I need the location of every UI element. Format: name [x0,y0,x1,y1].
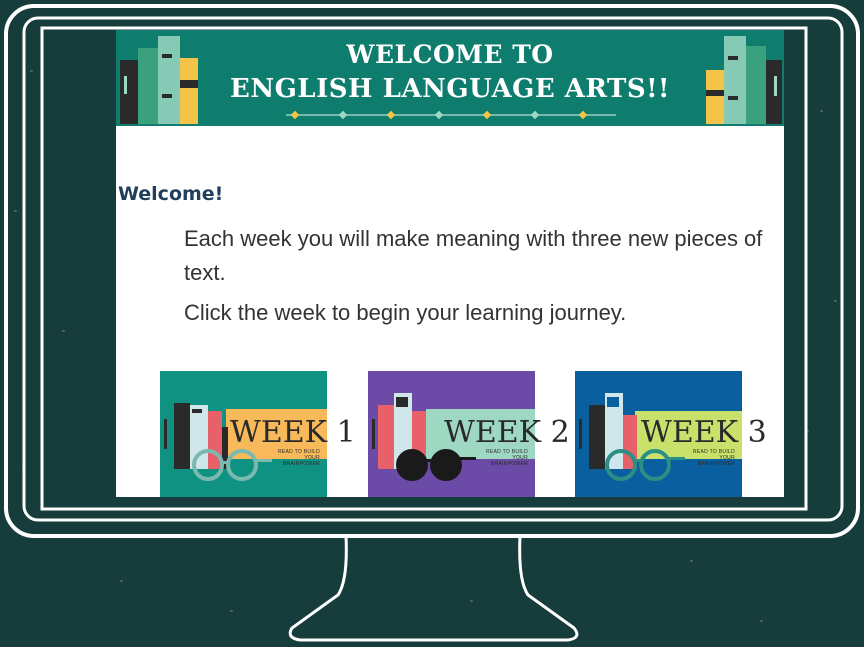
books-right-icon [706,36,782,124]
instruction-paragraph: Click the week to begin your learning jo… [184,300,627,325]
week-2-label: WEEK 2 [444,415,570,450]
week-1-label: WEEK 1 [230,415,356,450]
banner-title-line2: ENGLISH LANGUAGE ARTS!! [230,74,670,104]
welcome-banner: WELCOME TO ENGLISH LANGUAGE ARTS!! [116,30,784,126]
intro-paragraph: Each week you will make meaning with thr… [184,226,763,285]
week-1-card[interactable]: WEEK 1 READ TO BUILD YOUR BRAINPOWER [160,371,356,497]
welcome-heading: Welcome! [118,183,224,205]
week-1-subtitle: READ TO BUILD YOUR BRAINPOWER [277,449,320,467]
diamond-divider [286,110,616,120]
week-2-card[interactable]: WEEK 2 READ TO BUILD YOUR BRAINPOWER [368,371,570,497]
screen-content: WELCOME TO ENGLISH LANGUAGE ARTS!! Welco… [116,30,784,497]
monitor-stand [288,535,579,642]
week-2-subtitle: READ TO BUILD YOUR BRAINPOWER [485,449,528,467]
week-3-label: WEEK 3 [641,415,767,450]
week-3-card[interactable]: WEEK 3 READ TO BUILD YOUR BRAINPOWER [575,371,767,497]
banner-title-line1: WELCOME TO [346,40,554,69]
week-3-subtitle: READ TO BUILD YOUR BRAINPOWER [692,449,735,467]
